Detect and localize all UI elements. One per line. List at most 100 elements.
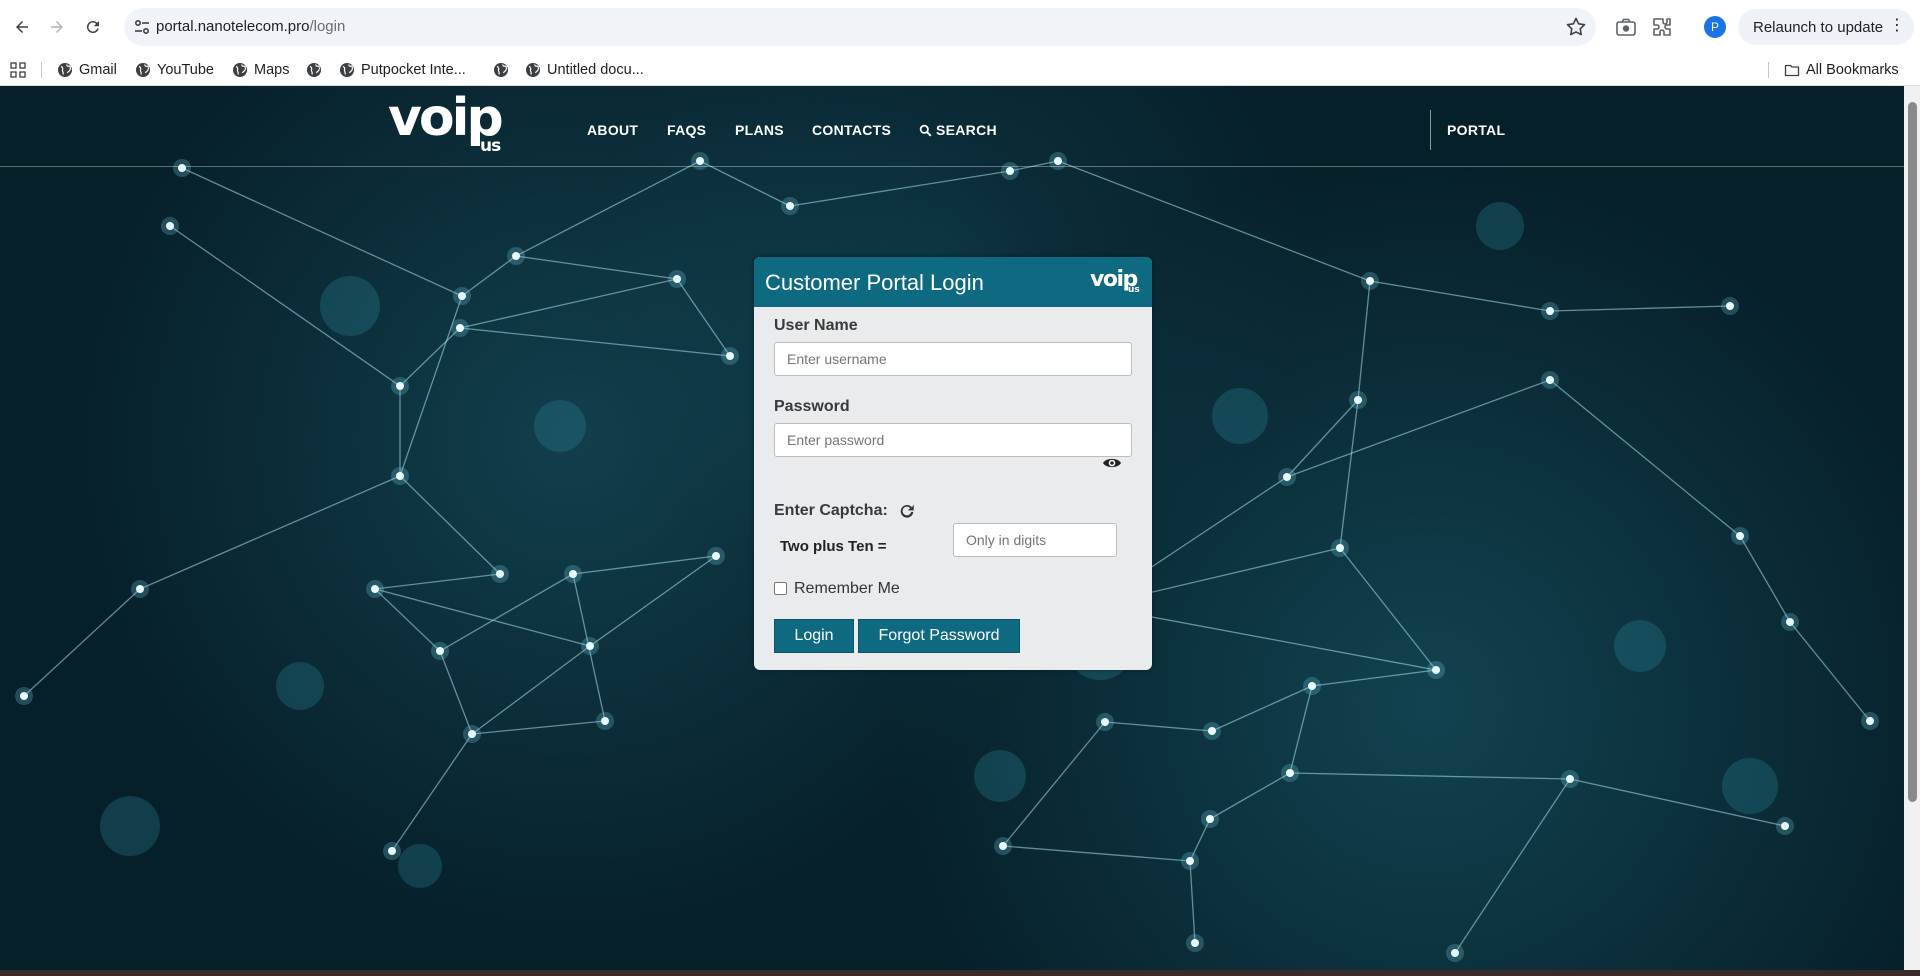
network-line <box>1369 280 1551 312</box>
bookmark-separator <box>41 62 42 78</box>
network-node <box>1336 544 1344 552</box>
network-node <box>512 252 520 260</box>
network-node <box>1354 396 1362 404</box>
network-line <box>1286 379 1551 478</box>
network-node <box>1546 307 1554 315</box>
captcha-question: Two plus Ten = <box>780 538 887 555</box>
network-node <box>726 352 734 360</box>
captcha-input[interactable] <box>953 523 1117 557</box>
bookmark-untitled-doc[interactable]: Untitled docu... <box>525 61 644 79</box>
network-node <box>1451 949 1459 957</box>
network-node <box>456 324 464 332</box>
page-scrollbar[interactable] <box>1904 86 1920 970</box>
network-line <box>1549 379 1741 537</box>
url-text: portal.nanotelecom.pro/login <box>156 18 345 35</box>
scrollbar-thumb[interactable] <box>1908 102 1917 802</box>
bookmark-maps[interactable]: Maps <box>232 61 289 79</box>
remember-me-label[interactable]: Remember Me <box>794 580 900 598</box>
network-line <box>471 720 606 735</box>
network-node <box>396 382 404 390</box>
network-node <box>1191 939 1199 947</box>
all-bookmarks[interactable]: All Bookmarks <box>1784 61 1899 79</box>
forgot-password-button[interactable]: Forgot Password <box>858 619 1020 653</box>
network-line <box>374 573 501 590</box>
nav-search[interactable]: SEARCH <box>919 122 997 138</box>
network-node <box>1432 666 1440 674</box>
site-logo[interactable]: voip us <box>388 92 504 156</box>
bookmarks-bar: Gmail YouTube Maps Putpocket Inte... Unt… <box>0 54 1920 86</box>
bookmark-youtube[interactable]: YouTube <box>135 61 214 79</box>
relaunch-label: Relaunch to update <box>1753 18 1884 36</box>
network-node <box>569 570 577 578</box>
network-line <box>789 170 1011 207</box>
network-node <box>1366 277 1374 285</box>
network-line <box>461 255 517 297</box>
nav-search-label: SEARCH <box>936 122 997 138</box>
network-line <box>1357 280 1371 401</box>
network-glow <box>276 662 324 710</box>
network-node <box>388 847 396 855</box>
network-node <box>371 585 379 593</box>
network-line <box>439 650 473 735</box>
bookmark-unnamed[interactable] <box>493 61 515 79</box>
url-path: /login <box>309 18 346 35</box>
logo-suffix: us <box>480 136 501 156</box>
network-node <box>1208 727 1216 735</box>
reload-icon[interactable] <box>79 13 107 41</box>
bookmark-putpocket[interactable]: Putpocket Inte... <box>339 61 466 79</box>
network-node <box>468 730 476 738</box>
nav-portal[interactable]: PORTAL <box>1447 122 1505 138</box>
relaunch-button[interactable]: Relaunch to update ⋮ <box>1738 9 1914 45</box>
network-node <box>1206 815 1214 823</box>
remember-me-checkbox[interactable] <box>774 582 787 595</box>
network-line <box>399 327 461 387</box>
network-node <box>396 472 404 480</box>
network-line <box>1454 778 1571 954</box>
username-input[interactable] <box>774 342 1132 376</box>
network-node <box>1286 769 1294 777</box>
network-node <box>786 202 794 210</box>
page-content: voip us ABOUT FAQS PLANS CONTACTS SEARCH… <box>0 86 1904 970</box>
show-password-icon[interactable] <box>1102 456 1122 470</box>
site-info-icon[interactable] <box>132 17 152 37</box>
nav-contacts[interactable]: CONTACTS <box>812 122 891 138</box>
refresh-captcha-icon[interactable] <box>898 502 916 520</box>
network-line <box>374 588 591 647</box>
nav-about[interactable]: ABOUT <box>587 122 638 138</box>
login-button[interactable]: Login <box>774 619 854 653</box>
more-icon[interactable]: ⋮ <box>1889 18 1905 34</box>
network-line <box>391 733 473 852</box>
address-bar[interactable]: portal.nanotelecom.pro/login <box>124 8 1596 46</box>
forward-icon[interactable] <box>43 13 71 41</box>
profile-avatar[interactable]: P <box>1704 16 1726 38</box>
network-line <box>23 588 141 697</box>
site-header: voip us ABOUT FAQS PLANS CONTACTS SEARCH… <box>0 86 1904 167</box>
url-host: portal.nanotelecom.pro <box>156 18 310 35</box>
bookmark-gmail[interactable]: Gmail <box>57 61 117 79</box>
back-icon[interactable] <box>8 13 36 41</box>
network-line <box>399 475 501 575</box>
network-node <box>673 275 681 283</box>
apps-grid-icon[interactable] <box>10 62 26 78</box>
network-line <box>515 255 678 280</box>
password-input[interactable] <box>774 423 1132 457</box>
screenshot-icon[interactable] <box>1614 15 1638 39</box>
globe-icon <box>307 63 321 77</box>
network-node <box>712 552 720 560</box>
network-line <box>1739 535 1791 623</box>
bookmark-unnamed[interactable] <box>306 61 328 79</box>
bottom-edge <box>0 970 1920 976</box>
network-node <box>1566 775 1574 783</box>
globe-icon <box>494 63 508 77</box>
network-line <box>374 588 441 652</box>
bookmark-separator <box>1768 62 1769 78</box>
extensions-icon[interactable] <box>1650 15 1674 39</box>
network-line <box>699 160 791 207</box>
network-node <box>1786 618 1794 626</box>
star-icon[interactable] <box>1564 15 1588 39</box>
bookmark-label: Maps <box>254 62 290 78</box>
network-line <box>139 475 401 590</box>
nav-faqs[interactable]: FAQS <box>667 122 706 138</box>
bookmark-label: Gmail <box>79 62 117 78</box>
nav-plans[interactable]: PLANS <box>735 122 784 138</box>
